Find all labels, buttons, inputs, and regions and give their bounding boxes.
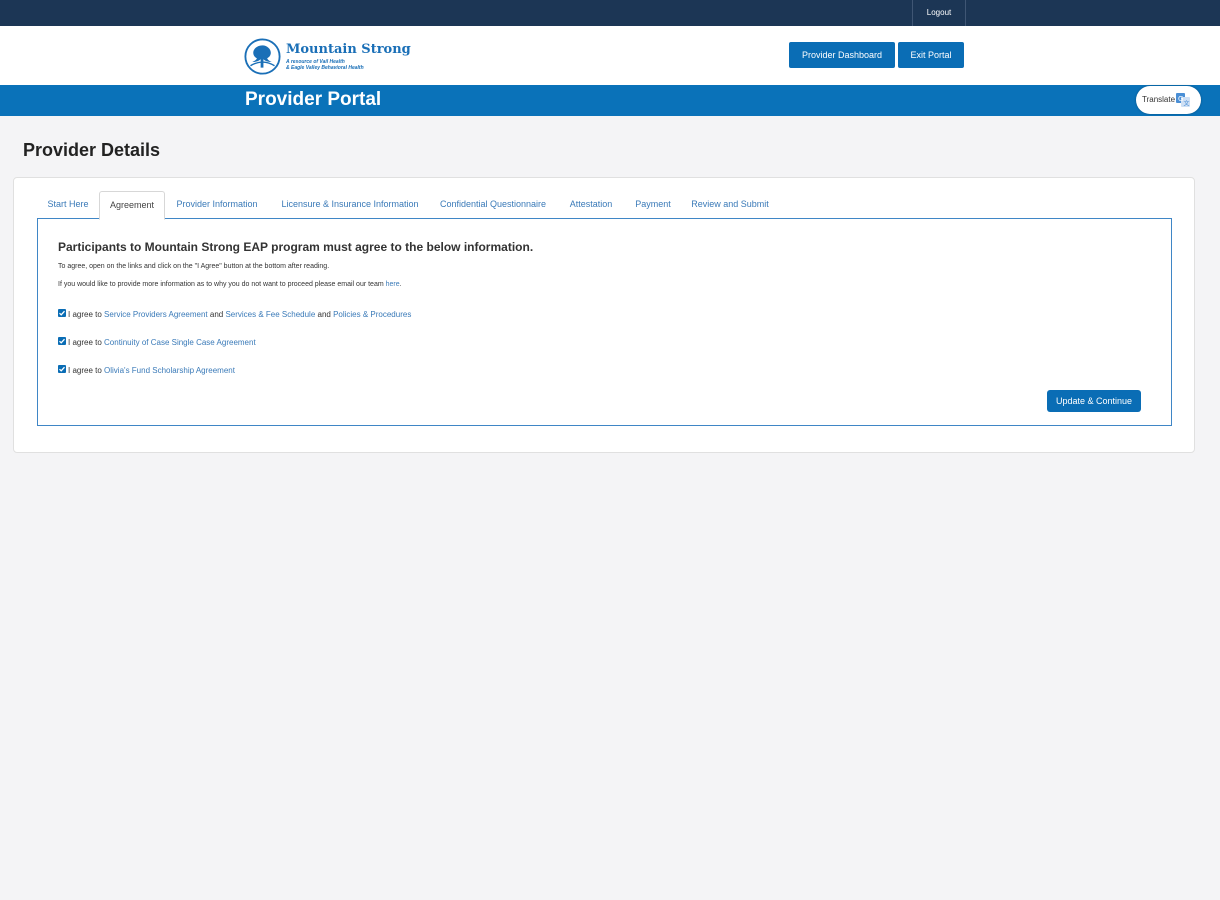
update-continue-button[interactable]: Update & Continue	[1047, 390, 1141, 412]
agree-prefix: I agree to	[68, 338, 105, 347]
more-info-label: If you would like to provide more inform…	[58, 281, 386, 288]
logo-title: Mountain Strong	[286, 42, 411, 57]
mountain-strong-logo[interactable]: Mountain Strong A resource of Vail Healt…	[244, 38, 411, 78]
translate-icon: G 文	[1176, 93, 1190, 107]
more-info-text: If you would like to provide more inform…	[58, 281, 402, 288]
email-here-link[interactable]: here	[386, 281, 400, 288]
more-info-end: .	[399, 281, 402, 288]
service-providers-agreement-link[interactable]: Service Providers Agreement	[104, 310, 208, 319]
checkmark-icon	[59, 338, 65, 344]
translate-button[interactable]: Translate G 文	[1136, 86, 1201, 114]
exit-portal-button[interactable]: Exit Portal	[898, 42, 964, 68]
tab-start-here[interactable]: Start Here	[37, 191, 99, 218]
services-fee-schedule-link[interactable]: Services & Fee Schedule	[225, 310, 315, 319]
provider-dashboard-button[interactable]: Provider Dashboard	[789, 42, 895, 68]
continuity-of-case-link[interactable]: Continuity of Case Single Case Agreement	[104, 338, 256, 347]
top-bar: Logout	[0, 0, 1220, 26]
tab-review-and-submit[interactable]: Review and Submit	[685, 191, 775, 218]
agree-prefix: I agree to	[68, 310, 105, 319]
agreement-heading: Participants to Mountain Strong EAP prog…	[58, 240, 534, 254]
olivias-fund-link[interactable]: Olivia's Fund Scholarship Agreement	[104, 366, 235, 375]
agree-checkbox-3[interactable]	[58, 364, 66, 373]
agree-checkbox-2[interactable]	[58, 336, 66, 345]
agreement-row-1: I agree to Service Providers Agreement a…	[58, 308, 411, 319]
portal-title: Provider Portal	[245, 89, 382, 110]
tab-provider-information[interactable]: Provider Information	[167, 191, 267, 218]
agreement-row-2: I agree to Continuity of Case Single Cas…	[58, 336, 256, 347]
tab-agreement[interactable]: Agreement	[99, 191, 165, 220]
tab-payment[interactable]: Payment	[627, 191, 679, 218]
checkmark-icon	[59, 310, 65, 316]
provider-details-card: Start Here Agreement Provider Informatio…	[13, 177, 1195, 453]
portal-banner: Provider Portal	[0, 85, 1220, 116]
policies-procedures-link[interactable]: Policies & Procedures	[333, 310, 411, 319]
agree-and-2: and	[315, 310, 334, 319]
page-title: Provider Details	[23, 140, 161, 160]
agreement-panel: Participants to Mountain Strong EAP prog…	[37, 218, 1172, 426]
tab-attestation[interactable]: Attestation	[560, 191, 622, 218]
agree-checkbox-1[interactable]	[58, 308, 66, 317]
tab-licensure-insurance[interactable]: Licensure & Insurance Information	[275, 191, 425, 218]
site-header: Mountain Strong A resource of Vail Healt…	[0, 26, 1220, 85]
agreement-instruction: To agree, open on the links and click on…	[58, 263, 330, 270]
logo-subtitle-2: & Eagle Valley Behavioral Health	[286, 65, 364, 71]
agree-and: and	[207, 310, 226, 319]
agreement-row-3: I agree to Olivia's Fund Scholarship Agr…	[58, 364, 235, 375]
translate-label: Translate	[1142, 95, 1176, 104]
agree-prefix: I agree to	[68, 366, 105, 375]
svg-text:文: 文	[1184, 100, 1190, 108]
checkmark-icon	[59, 366, 65, 372]
tree-logo-icon	[244, 38, 281, 75]
tab-confidential-questionnaire[interactable]: Confidential Questionnaire	[433, 191, 553, 218]
logout-link[interactable]: Logout	[912, 0, 966, 26]
